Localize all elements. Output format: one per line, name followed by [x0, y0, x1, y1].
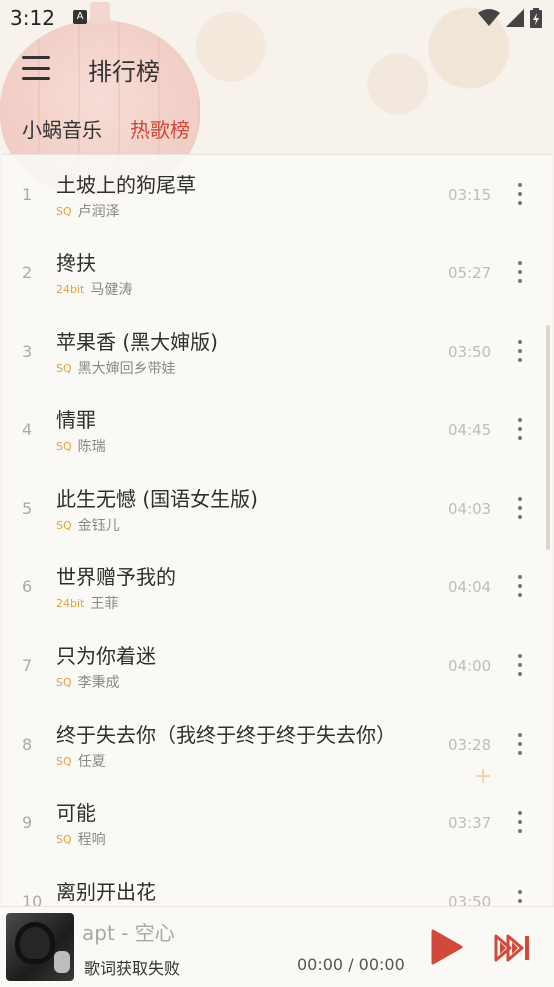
quality-badge: 24bit [56, 596, 85, 610]
song-row[interactable]: 8 终于失去你（我终于终于终于失去你） SQ 任夏 03:28 [2, 705, 552, 783]
more-options-icon[interactable] [514, 340, 526, 362]
song-duration: 04:45 [448, 421, 492, 439]
song-index: 7 [22, 656, 33, 675]
more-options-icon[interactable] [514, 418, 526, 440]
sparkle-decoration: + [474, 764, 493, 789]
song-list[interactable]: 1 土坡上的狗尾草 SQ 卢润泽 03:15 2 搀扶 24bit 马健涛 05:2… [2, 154, 552, 907]
song-duration: 03:50 [448, 343, 492, 361]
song-artist: 陈瑞 [77, 439, 106, 455]
song-artist: 金钰儿 [77, 518, 120, 534]
tab-hot-songs[interactable]: 热歌榜 [130, 114, 190, 143]
status-icons [478, 8, 542, 28]
more-options-icon[interactable] [514, 497, 526, 519]
song-artist: 任夏 [77, 754, 106, 770]
song-title: 只为你着迷 [56, 644, 156, 668]
song-index: 10 [22, 892, 43, 907]
more-options-icon[interactable] [514, 183, 526, 205]
song-row[interactable]: 6 世界赠予我的 24bit 王菲 04:04 [2, 547, 552, 625]
song-title: 离别开出花 [56, 880, 156, 904]
song-row[interactable]: 2 搀扶 24bit 马健涛 05:27 [2, 233, 552, 311]
more-options-icon[interactable] [514, 733, 526, 755]
mini-player[interactable]: apt - 空心 歌词获取失败 00:00 / 00:00 [0, 906, 554, 987]
song-artist: 王菲 [90, 596, 119, 612]
song-index: 3 [22, 342, 33, 361]
more-options-icon[interactable] [514, 261, 526, 283]
song-artist: 卢润泽 [77, 204, 120, 220]
song-row[interactable]: 9 可能 SQ 程响 03:37 [2, 783, 552, 861]
song-duration: 04:04 [448, 578, 492, 596]
song-index: 2 [22, 263, 33, 282]
song-artist: 黑大婶回乡带娃 [77, 361, 176, 377]
song-row[interactable]: 3 苹果香 (黑大婶版) SQ 黑大婶回乡带娃 03:50 [2, 312, 552, 390]
playback-time: 00:00 / 00:00 [297, 955, 405, 974]
song-index: 1 [22, 185, 33, 204]
quality-badge: SQ [56, 518, 72, 532]
song-artist: 李秉成 [77, 675, 120, 691]
lyric-status: 歌词获取失败 [84, 959, 181, 978]
album-cover[interactable] [6, 913, 74, 981]
app-bar: 排行榜 [0, 38, 554, 100]
page-title: 排行榜 [88, 58, 160, 86]
quality-badge: SQ [56, 832, 72, 846]
quality-badge: 24bit [56, 282, 85, 296]
song-duration: 03:15 [448, 186, 492, 204]
more-options-icon[interactable] [514, 654, 526, 676]
signal-icon [506, 9, 524, 27]
song-duration: 03:50 [448, 893, 492, 907]
song-duration: 03:37 [448, 814, 492, 832]
song-artist: 马健涛 [90, 282, 133, 298]
quality-badge: SQ [56, 754, 72, 768]
song-artist: 程响 [77, 832, 106, 848]
song-duration: 04:03 [448, 500, 492, 518]
more-options-icon[interactable] [514, 811, 526, 833]
song-index: 4 [22, 420, 33, 439]
song-row[interactable]: 5 此生无憾 (国语女生版) SQ 金钰儿 04:03 [2, 469, 552, 547]
more-options-icon[interactable] [514, 575, 526, 597]
song-duration: 05:27 [448, 264, 492, 282]
play-icon[interactable] [428, 929, 464, 965]
quality-badge: SQ [56, 675, 72, 689]
quality-badge: SQ [56, 439, 72, 453]
song-duration: 04:00 [448, 657, 492, 675]
status-time: 3:12 [10, 6, 55, 30]
song-title: 可能 [56, 801, 96, 825]
song-row[interactable]: 4 情罪 SQ 陈瑞 04:45 [2, 390, 552, 468]
quality-badge: SQ [56, 361, 72, 375]
song-index: 5 [22, 499, 33, 518]
quality-badge: SQ [56, 204, 72, 218]
tab-bar: 小蜗音乐 热歌榜 [0, 108, 554, 148]
song-title: 终于失去你（我终于终于终于失去你） [56, 723, 396, 747]
skip-next-icon[interactable] [494, 933, 532, 963]
song-title: 苹果香 (黑大婶版) [56, 330, 218, 354]
song-index: 9 [22, 813, 33, 832]
song-title: 情罪 [56, 408, 96, 432]
song-row[interactable]: 1 土坡上的狗尾草 SQ 卢润泽 03:15 [2, 155, 552, 233]
song-row[interactable]: 10 离别开出花 03:50 [2, 862, 552, 907]
scrollbar[interactable] [546, 325, 550, 550]
song-title: 世界赠予我的 [56, 565, 176, 589]
song-index: 8 [22, 735, 33, 754]
more-options-icon[interactable] [514, 890, 526, 907]
song-index: 6 [22, 577, 33, 596]
song-title: 此生无憾 (国语女生版) [56, 487, 258, 511]
now-playing-title: apt - 空心 [82, 921, 175, 945]
song-title: 土坡上的狗尾草 [56, 173, 196, 197]
song-duration: 03:28 [448, 736, 492, 754]
tab-xiaowo-music[interactable]: 小蜗音乐 [22, 114, 102, 143]
status-bar: 3:12 A [0, 0, 554, 38]
song-title: 搀扶 [56, 251, 96, 275]
menu-icon[interactable] [22, 56, 50, 80]
wifi-icon [478, 9, 500, 26]
notification-icon: A [73, 10, 87, 24]
battery-icon [530, 8, 542, 28]
song-row[interactable]: 7 只为你着迷 SQ 李秉成 04:00 [2, 626, 552, 704]
